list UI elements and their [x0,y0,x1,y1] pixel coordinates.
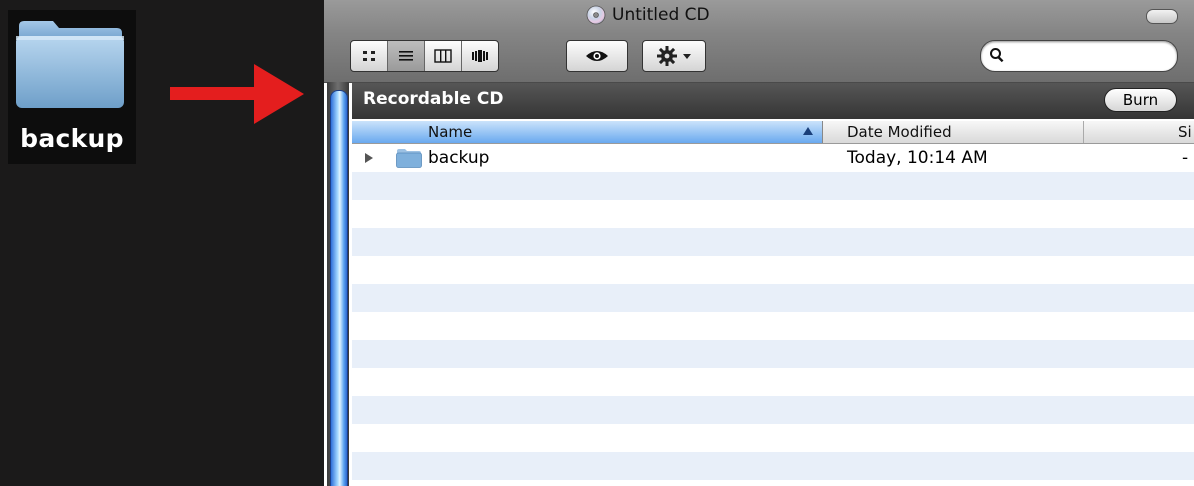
toolbar-toggle-button[interactable] [1146,9,1178,24]
column-header-date-label: Date Modified [847,123,952,141]
file-row-backup[interactable]: backup Today, 10:14 AM - [352,144,1194,172]
disc-header-title: Recordable CD [363,89,504,109]
window-titlebar[interactable]: Untitled CD [324,0,1194,83]
empty-row [352,172,1194,200]
list-view-icon [399,51,413,61]
gear-icon [657,46,677,66]
sort-ascending-icon [803,127,813,135]
desktop-folder-label: backup [20,124,124,153]
folder-icon [396,149,422,168]
file-size: - [1182,148,1189,168]
cd-icon [586,5,606,25]
chevron-down-icon [683,54,691,59]
burn-button[interactable]: Burn [1104,88,1177,112]
empty-row [352,340,1194,368]
window-title: Untitled CD [586,4,710,26]
column-view-button[interactable] [425,41,462,71]
empty-row [352,424,1194,452]
empty-row [352,284,1194,312]
column-header-row: Name Date Modified Si [352,121,1194,144]
empty-row [352,200,1194,228]
empty-row [352,368,1194,396]
action-menu-button[interactable] [642,40,706,72]
view-mode-selector [350,40,499,72]
finder-window: Untitled CD Recordable CD Burn Name Date… [324,0,1194,486]
file-date-modified: Today, 10:14 AM [847,148,988,168]
empty-row [352,312,1194,340]
eye-icon [586,51,608,61]
disclosure-triangle-icon[interactable] [364,152,374,164]
empty-row [352,256,1194,284]
search-icon [990,48,1004,63]
column-header-date[interactable]: Date Modified [823,121,1084,143]
file-list: backup Today, 10:14 AM - [352,144,1194,486]
icon-view-button[interactable] [351,41,388,71]
column-header-name[interactable]: Name [352,121,823,143]
column-header-name-label: Name [428,123,473,141]
folder-icon [16,21,124,108]
desktop-folder-backup[interactable]: backup [8,10,136,164]
quick-look-button[interactable] [566,40,628,72]
empty-row [352,228,1194,256]
red-arrow-annotation [170,64,304,124]
scrollbar-thumb[interactable] [330,90,348,486]
column-header-size-label: Si [1178,123,1192,141]
window-title-text: Untitled CD [612,5,710,25]
coverflow-view-icon [472,50,488,62]
empty-row [352,452,1194,480]
search-field[interactable] [980,40,1178,72]
file-name: backup [428,148,490,168]
search-input[interactable] [1009,45,1173,67]
vertical-scrollbar[interactable] [327,82,349,486]
column-view-icon [434,49,452,63]
icon-view-icon [363,51,375,61]
coverflow-view-button[interactable] [462,41,498,71]
list-view-button[interactable] [388,41,425,71]
column-header-size[interactable]: Si [1084,121,1194,143]
empty-row [352,396,1194,424]
disc-header-bar: Recordable CD Burn [352,83,1194,119]
